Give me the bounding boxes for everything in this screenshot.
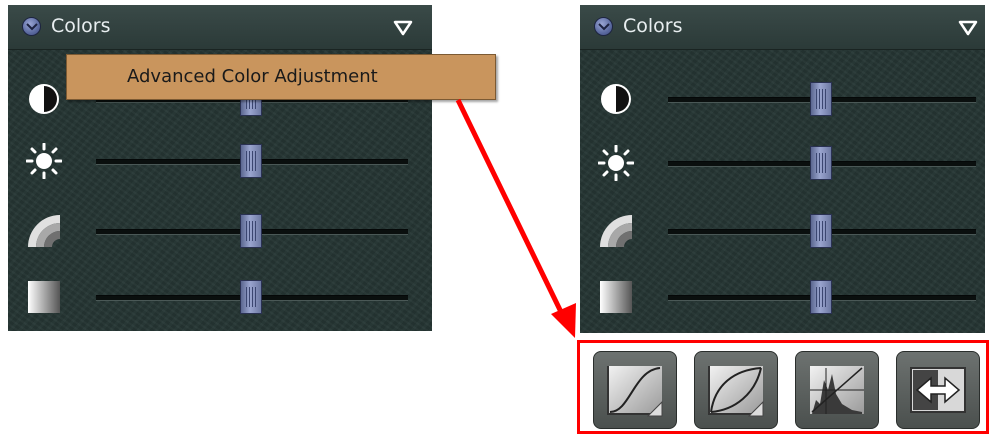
panel-title: Colors: [623, 15, 683, 37]
contrast-slider-thumb[interactable]: [810, 82, 832, 116]
histogram-button[interactable]: [795, 351, 879, 429]
curve-icon: [708, 366, 764, 417]
s-curve-icon: [607, 366, 663, 417]
gamma-slider-thumb[interactable]: [810, 214, 832, 248]
gamma-icon: [600, 215, 632, 247]
curves-button[interactable]: [593, 351, 677, 429]
colors-panel-right: Colors: [580, 5, 985, 333]
brightness-slider-row: [580, 133, 985, 193]
contrast-slider-row: [580, 69, 985, 129]
gamma-slider-row: [580, 201, 985, 261]
compare-toggle-button[interactable]: [896, 351, 980, 429]
saturation-slider-row: [580, 267, 985, 327]
saturation-slider-thumb[interactable]: [810, 280, 832, 314]
chevron-down-icon: [598, 23, 610, 31]
panel-header: Colors: [580, 5, 985, 50]
advanced-controls-highlight: [577, 340, 989, 434]
menu-triangle-icon[interactable]: [958, 20, 978, 36]
gradient-icon: [600, 281, 632, 313]
levels-curve-button[interactable]: [694, 351, 778, 429]
swap-arrows-icon: [910, 367, 966, 413]
collapse-button[interactable]: [594, 17, 613, 36]
contrast-icon: [601, 84, 631, 114]
brightness-slider-thumb[interactable]: [810, 146, 832, 180]
brightness-icon: [598, 145, 634, 181]
histogram-icon: [810, 366, 864, 414]
